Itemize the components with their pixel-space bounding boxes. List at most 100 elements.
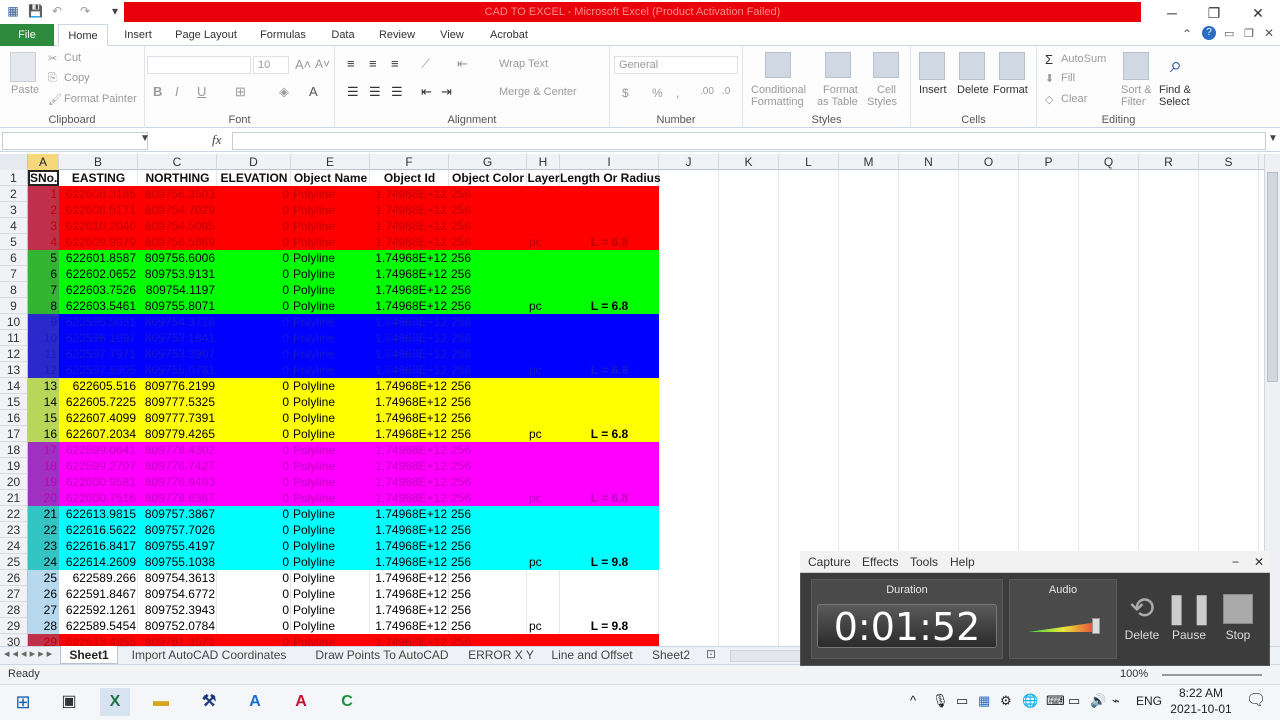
format-cells-button[interactable]: Format (993, 84, 1028, 96)
column-header-j[interactable]: J (659, 154, 719, 170)
table-cell[interactable]: Polyline (291, 426, 370, 442)
table-cell[interactable]: Polyline (291, 266, 370, 282)
wifi-off-icon[interactable]: ⌁ (1112, 693, 1120, 709)
table-cell[interactable] (560, 570, 659, 586)
table-cell[interactable]: 5 (28, 250, 59, 266)
input-language[interactable]: ENG (1136, 693, 1162, 709)
table-cell[interactable] (527, 282, 560, 298)
clear-button[interactable]: Clear (1061, 93, 1087, 105)
save-icon[interactable]: 💾 (28, 4, 43, 18)
table-cell[interactable]: 1.74968E+12 (370, 298, 449, 314)
table-cell[interactable]: 16 (28, 426, 59, 442)
settings-tray-icon[interactable]: ⚙ (1000, 693, 1012, 709)
table-cell[interactable] (560, 266, 659, 282)
table-cell[interactable]: 9 (28, 314, 59, 330)
table-cell[interactable]: 256 (449, 266, 527, 282)
align-bottom-icon[interactable]: ≡ (391, 56, 399, 71)
row-header[interactable]: 5 (0, 234, 28, 250)
table-cell[interactable]: 809754.1197 (138, 282, 217, 298)
table-cell[interactable] (560, 346, 659, 362)
table-cell[interactable]: 22 (28, 522, 59, 538)
table-cell[interactable]: 0 (217, 314, 291, 330)
row-header[interactable]: 10 (0, 314, 28, 330)
table-cell[interactable] (560, 250, 659, 266)
column-header-f[interactable]: F (370, 154, 449, 170)
insert-sheet-icon[interactable]: ⊡ (706, 647, 716, 661)
tab-review[interactable]: Review (374, 24, 420, 46)
table-cell[interactable] (527, 202, 560, 218)
table-cell[interactable] (527, 586, 560, 602)
row-header[interactable]: 18 (0, 442, 28, 458)
table-cell[interactable]: Polyline (291, 250, 370, 266)
column-header-o[interactable]: O (959, 154, 1019, 170)
table-cell[interactable]: 622599.0641 (59, 442, 138, 458)
table-cell[interactable]: pc (527, 426, 560, 442)
table-cell[interactable]: 809754.3613 (138, 570, 217, 586)
tab-insert[interactable]: Insert (118, 24, 158, 46)
table-cell[interactable]: 809754.3716 (138, 314, 217, 330)
table-cell[interactable]: pc (527, 490, 560, 506)
increase-indent-icon[interactable]: ⇥ (441, 84, 452, 100)
table-cell[interactable] (560, 378, 659, 394)
table-cell[interactable]: 0 (217, 266, 291, 282)
table-cell[interactable]: 0 (217, 442, 291, 458)
vertical-scroll-thumb[interactable] (1267, 172, 1278, 382)
number-format-select[interactable]: General (614, 56, 738, 74)
format-as-table-button[interactable]: Format (823, 84, 858, 96)
table-cell[interactable]: L = 6.8 (560, 362, 659, 378)
table-cell[interactable]: pc (527, 362, 560, 378)
table-cell[interactable] (527, 634, 560, 646)
tab-page-layout[interactable]: Page Layout (170, 24, 242, 46)
table-cell[interactable] (527, 602, 560, 618)
align-top-icon[interactable]: ≡ (347, 56, 355, 71)
percent-icon[interactable]: % (652, 86, 663, 100)
undo-icon[interactable]: ↶ (50, 4, 64, 18)
table-cell[interactable]: 809776.9493 (138, 474, 217, 490)
column-header-i[interactable]: I (560, 154, 659, 170)
column-header-b[interactable]: B (59, 154, 138, 170)
table-cell[interactable] (527, 506, 560, 522)
table-cell[interactable]: 256 (449, 250, 527, 266)
fill-color-icon[interactable]: ◈ (279, 84, 289, 100)
table-cell[interactable] (560, 282, 659, 298)
recorder-menu-help[interactable]: Help (950, 551, 975, 573)
table-cell[interactable]: L = 6.8 (560, 490, 659, 506)
table-cell[interactable]: Polyline (291, 602, 370, 618)
format-painter-button[interactable]: Format Painter (64, 93, 137, 105)
table-cell[interactable]: 809756.3503 (138, 186, 217, 202)
table-cell[interactable]: 1 (28, 186, 59, 202)
workbook-restore-icon[interactable]: ❐ (1244, 27, 1254, 40)
decrease-indent-icon[interactable]: ⇤ (421, 84, 432, 100)
table-cell[interactable]: 0 (217, 378, 291, 394)
table-cell[interactable]: 622614.2609 (59, 554, 138, 570)
row-header[interactable]: 1 (0, 170, 28, 186)
tab-acrobat[interactable]: Acrobat (484, 24, 534, 46)
sheet-tab-line-offset[interactable]: Line and Offset (544, 646, 640, 664)
autocad-app-icon[interactable]: ⚒ (194, 688, 224, 716)
table-cell[interactable]: pc (527, 234, 560, 250)
table-cell[interactable]: 622603.7526 (59, 282, 138, 298)
row-header[interactable]: 23 (0, 522, 28, 538)
table-cell[interactable]: 1.74968E+12 (370, 474, 449, 490)
sheet-tab-sheet1[interactable]: Sheet1 (60, 646, 118, 664)
table-cell[interactable]: 256 (449, 362, 527, 378)
table-cell[interactable] (527, 346, 560, 362)
table-cell[interactable]: Polyline (291, 586, 370, 602)
table-cell[interactable]: 809755.8071 (138, 298, 217, 314)
table-cell[interactable]: 1.74968E+12 (370, 314, 449, 330)
font-size-select[interactable]: 10 (253, 56, 289, 74)
table-cell[interactable]: 20 (28, 490, 59, 506)
table-cell[interactable]: L = 6.8 (560, 234, 659, 250)
table-cell[interactable]: 809754.5095 (138, 218, 217, 234)
underline-icon[interactable]: U (197, 84, 206, 99)
column-header-n[interactable]: N (899, 154, 959, 170)
table-cell[interactable]: 809752.3943 (138, 602, 217, 618)
table-cell[interactable]: 622609.9979 (59, 234, 138, 250)
table-cell[interactable]: Polyline (291, 218, 370, 234)
table-cell[interactable] (560, 538, 659, 554)
table-cell[interactable]: 622595.5031 (59, 314, 138, 330)
table-cell[interactable]: 622610.2046 (59, 218, 138, 234)
table-cell[interactable]: 0 (217, 298, 291, 314)
table-cell[interactable] (560, 410, 659, 426)
row-header[interactable]: 29 (0, 618, 28, 634)
